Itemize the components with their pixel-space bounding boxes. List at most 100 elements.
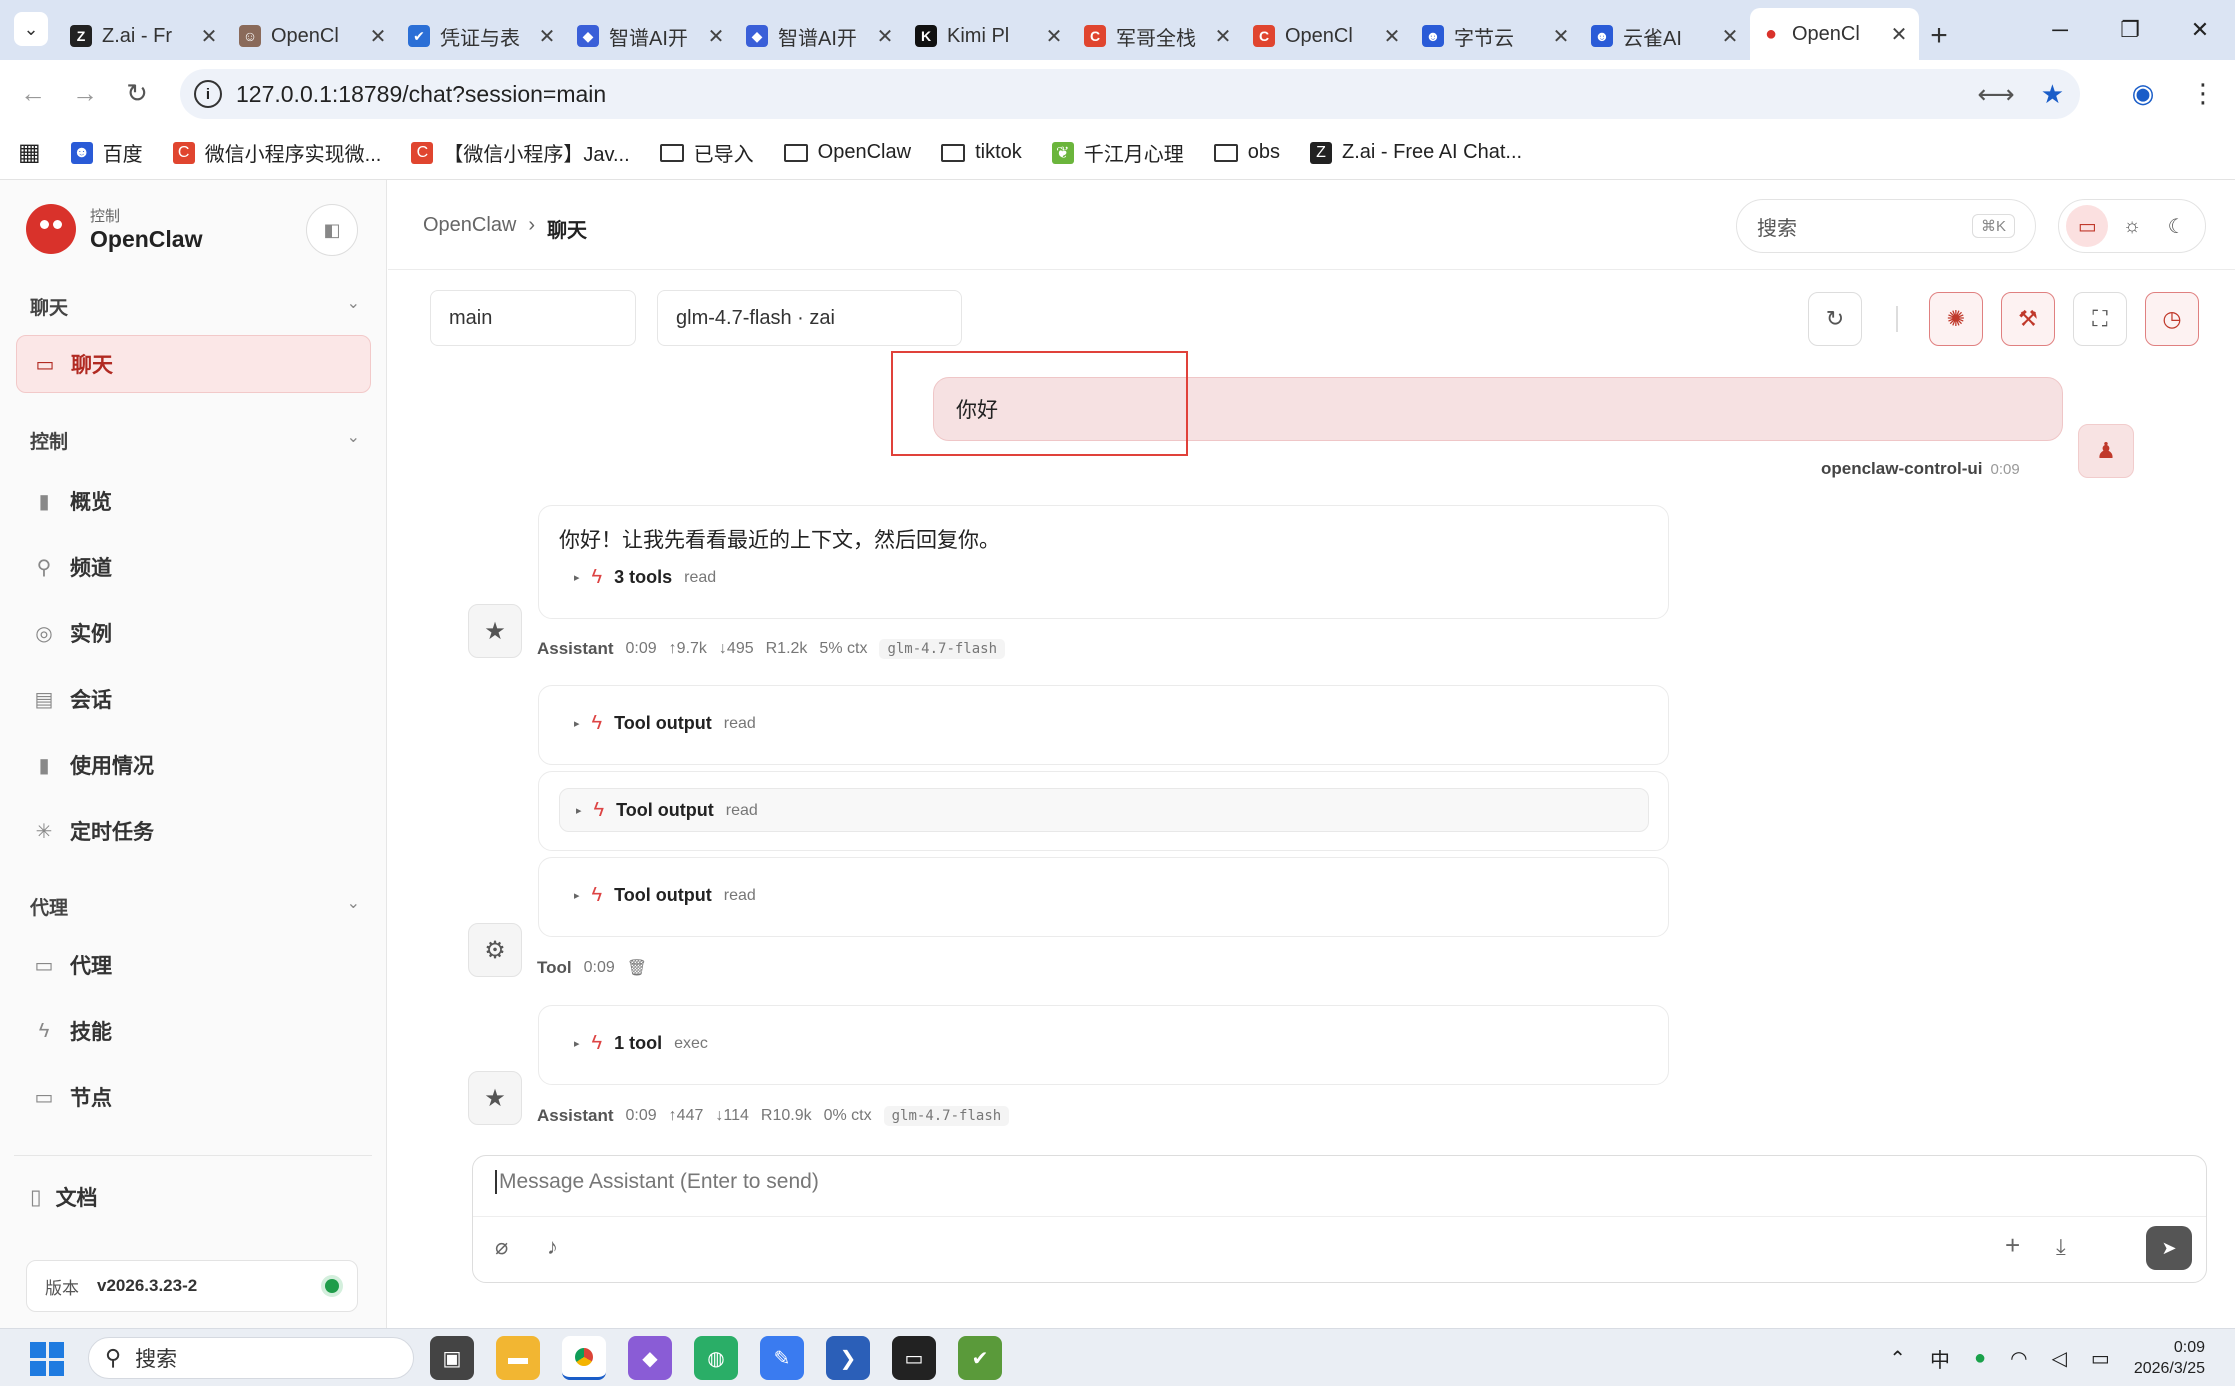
translate-icon[interactable]: ⟷	[1977, 79, 2014, 110]
bookmark-folder[interactable]: 已导入	[659, 138, 754, 167]
sidebar-item-usage[interactable]: ▮ 使用情况	[16, 736, 371, 794]
reload-icon[interactable]: ↻	[112, 68, 162, 118]
profile-icon[interactable]: ◉	[2123, 68, 2163, 118]
tab-close-icon[interactable]: ✕	[1889, 22, 1909, 47]
attach-icon[interactable]: ⌀	[495, 1234, 508, 1260]
section-header-control[interactable]: 控制 ⌄	[30, 427, 360, 454]
section-header-chat[interactable]: 聊天 ⌄	[30, 293, 360, 320]
bookmark-item[interactable]: ❦ 千江月心理	[1051, 138, 1184, 167]
browser-tab[interactable]: ◆ 智谱AI开 ✕	[567, 14, 736, 58]
close-window-icon[interactable]: ✕	[2165, 0, 2235, 60]
tab-close-icon[interactable]: ✕	[1551, 24, 1571, 49]
model-select[interactable]: glm-4.7-flash · zai	[657, 290, 962, 346]
back-icon[interactable]: ←	[8, 68, 58, 118]
breadcrumb-root[interactable]: OpenClaw	[423, 214, 516, 243]
taskbar-search[interactable]: ⚲ 搜索	[88, 1337, 414, 1379]
app-tray-icon[interactable]: ●	[1974, 1347, 1986, 1370]
sidebar-item-instances[interactable]: ◎ 实例	[16, 604, 371, 662]
wechat-icon[interactable]: ◍	[694, 1336, 738, 1380]
bookmark-item[interactable]: C 【微信小程序】Jav...	[411, 138, 630, 167]
windows-start-icon[interactable]	[30, 1342, 64, 1376]
browser-tab[interactable]: ✔ 凭证与表 ✕	[398, 14, 567, 58]
brain-toggle-button[interactable]: ✺	[1929, 292, 1983, 346]
message-input[interactable]: Message Assistant (Enter to send)	[495, 1170, 819, 1194]
minimize-icon[interactable]: ─	[2025, 0, 2095, 60]
sun-icon[interactable]: ☼	[2111, 205, 2153, 247]
browser-menu-icon[interactable]: ⋮	[2183, 68, 2223, 118]
browser-tab-active[interactable]: ● OpenCl ✕	[1750, 8, 1919, 60]
sidebar-item-skills[interactable]: ϟ 技能	[16, 1002, 371, 1060]
browser-tab[interactable]: Z Z.ai - Fr ✕	[60, 14, 229, 58]
wifi-icon[interactable]: ◠	[2010, 1346, 2027, 1371]
tool-output-row[interactable]: ▸ ϟ Tool output read	[574, 712, 756, 735]
tab-close-icon[interactable]: ✕	[1044, 24, 1064, 49]
tools-toggle-button[interactable]: ⚒	[2001, 292, 2055, 346]
chevron-up-icon[interactable]: ⌃	[1889, 1346, 1906, 1371]
bookmark-star-icon[interactable]: ★	[2041, 79, 2064, 110]
address-bar[interactable]: i 127.0.0.1:18789/chat?session=main ⟷ ★	[180, 69, 2080, 119]
tab-close-icon[interactable]: ✕	[1382, 24, 1402, 49]
file-explorer-icon[interactable]: ▬	[496, 1336, 540, 1380]
sidebar-item-channels[interactable]: ⚲ 频道	[16, 538, 371, 596]
tool-output-pill[interactable]: ▸ ϟ Tool output read	[559, 788, 1649, 832]
new-tab-button[interactable]: +	[1919, 14, 1959, 58]
site-info-icon[interactable]: i	[194, 80, 222, 108]
browser-tab[interactable]: ☻ 字节云 ✕	[1412, 14, 1581, 58]
forward-icon[interactable]: →	[60, 68, 110, 118]
bookmark-folder[interactable]: obs	[1213, 141, 1280, 164]
bookmark-folder[interactable]: OpenClaw	[783, 141, 911, 164]
apps-grid-icon[interactable]: ▦	[18, 138, 41, 167]
sidebar-item-chat[interactable]: ▭ 聊天	[16, 335, 371, 393]
tab-search-menu-button[interactable]: ⌄	[14, 12, 48, 46]
monitor-icon[interactable]: ▭	[2066, 205, 2109, 247]
moon-icon[interactable]: ☾	[2156, 205, 2198, 247]
sidebar-item-docs[interactable]: ▯ 文档	[30, 1182, 98, 1212]
download-icon[interactable]: ⤓	[2056, 1234, 2066, 1260]
sidebar-item-cron[interactable]: ✳ 定时任务	[16, 802, 371, 860]
search-input[interactable]: 搜索 ⌘K	[1736, 199, 2036, 253]
section-header-agent[interactable]: 代理 ⌄	[30, 893, 360, 920]
plus-icon[interactable]: +	[2005, 1230, 2020, 1261]
bookmark-item[interactable]: C 微信小程序实现微...	[172, 138, 381, 167]
tools-summary-row[interactable]: ▸ ϟ 3 tools read	[574, 566, 716, 589]
tab-close-icon[interactable]: ✕	[1720, 24, 1740, 49]
browser-tab[interactable]: C 军哥全栈 ✕	[1074, 14, 1243, 58]
browser-tab[interactable]: C OpenCl ✕	[1243, 14, 1412, 58]
restore-icon[interactable]: ❐	[2095, 0, 2165, 60]
app-icon[interactable]: ✔	[958, 1336, 1002, 1380]
sidebar-item-sessions[interactable]: ▤ 会话	[16, 670, 371, 728]
focus-button[interactable]: ⛶	[2073, 292, 2127, 346]
clock[interactable]: 0:09 2026/3/25	[2134, 1337, 2205, 1379]
sidebar-item-nodes[interactable]: ▭ 节点	[16, 1068, 371, 1126]
task-view-icon[interactable]: ▣	[430, 1336, 474, 1380]
browser-tab[interactable]: K Kimi Pl ✕	[905, 14, 1074, 58]
tab-close-icon[interactable]: ✕	[1213, 24, 1233, 49]
tab-close-icon[interactable]: ✕	[875, 24, 895, 49]
sidebar-collapse-button[interactable]: ◧	[306, 204, 358, 256]
send-button[interactable]: ➤	[2146, 1226, 2192, 1270]
powershell-icon[interactable]: ❯	[826, 1336, 870, 1380]
tab-close-icon[interactable]: ✕	[368, 24, 388, 49]
refresh-button[interactable]: ↻	[1808, 292, 1862, 346]
bookmark-folder[interactable]: tiktok	[941, 141, 1022, 164]
app-icon[interactable]: ◆	[628, 1336, 672, 1380]
browser-tab[interactable]: ◆ 智谱AI开 ✕	[736, 14, 905, 58]
tool-output-row[interactable]: ▸ ϟ Tool output read	[574, 884, 756, 907]
app-icon[interactable]: ✎	[760, 1336, 804, 1380]
session-select[interactable]: main	[430, 290, 636, 346]
terminal-icon[interactable]: ▭	[892, 1336, 936, 1380]
tab-close-icon[interactable]: ✕	[706, 24, 726, 49]
ime-indicator[interactable]: 中	[1930, 1344, 1950, 1373]
battery-icon[interactable]: ▭	[2091, 1346, 2110, 1371]
history-button[interactable]: ◷	[2145, 292, 2199, 346]
sidebar-item-agents[interactable]: ▭ 代理	[16, 936, 371, 994]
tools-summary-row[interactable]: ▸ ϟ 1 tool exec	[574, 1032, 708, 1055]
microphone-icon[interactable]: ♪	[547, 1234, 558, 1260]
bookmark-item[interactable]: Z Z.ai - Free AI Chat...	[1310, 141, 1522, 164]
browser-tab[interactable]: ☻ 云雀AI ✕	[1581, 14, 1750, 58]
volume-icon[interactable]: ◁	[2052, 1346, 2067, 1371]
browser-tab[interactable]: ☺ OpenCl ✕	[229, 14, 398, 58]
trash-icon[interactable]: 🗑	[627, 958, 647, 978]
sidebar-item-overview[interactable]: ▮ 概览	[16, 472, 371, 530]
chrome-icon[interactable]	[562, 1336, 606, 1380]
